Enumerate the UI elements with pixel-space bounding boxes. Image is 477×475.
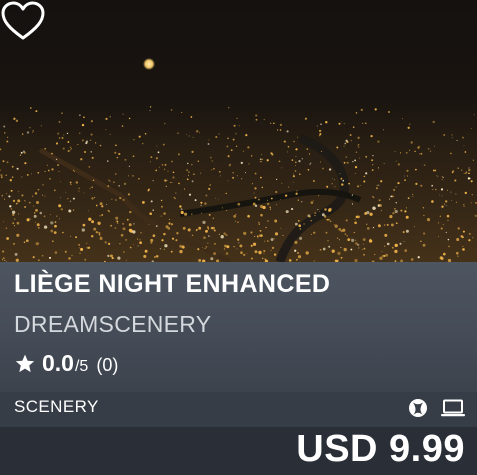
rating: 0.0 /5 (0) (14, 350, 118, 378)
night-city-image (0, 58, 477, 262)
product-thumbnail[interactable] (0, 0, 477, 262)
rating-scale: /5 (74, 358, 89, 375)
rating-count: (0) (96, 355, 119, 375)
price-label[interactable]: USD 9.99 (296, 428, 465, 471)
pc-laptop-icon (441, 399, 465, 417)
product-card[interactable]: LIÈGE NIGHT ENHANCED DREAMSCENERY 0.0 /5… (0, 0, 477, 475)
product-title[interactable]: LIÈGE NIGHT ENHANCED (14, 270, 330, 299)
wishlist-heart-icon[interactable] (0, 0, 46, 42)
moon (143, 58, 155, 70)
star-icon (15, 354, 35, 373)
xbox-icon (409, 399, 427, 417)
rating-score: 0.0 (42, 350, 74, 376)
category-label: SCENERY (14, 397, 99, 416)
publisher-name[interactable]: DREAMSCENERY (14, 311, 211, 338)
